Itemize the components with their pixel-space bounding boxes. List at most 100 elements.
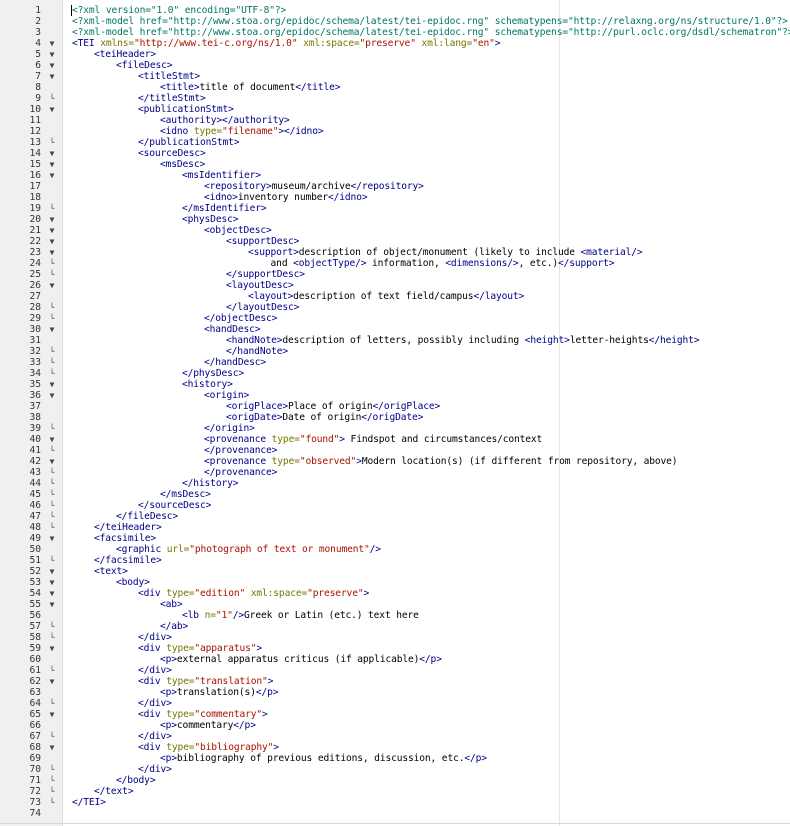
code-line[interactable]: 57 └ </ab> <box>0 621 790 632</box>
code-line[interactable]: 18 <idno>inventory number</idno> <box>0 192 790 203</box>
code-line[interactable]: 35 ▼ <history> <box>0 379 790 390</box>
code-line[interactable]: 71 └ </body> <box>0 775 790 786</box>
code-line[interactable]: 11 <authority></authority> <box>0 115 790 126</box>
code-line[interactable]: 8 <title>title of document</title> <box>0 82 790 93</box>
fold-end-icon[interactable]: └ <box>48 489 56 500</box>
fold-end-icon[interactable]: └ <box>48 258 56 269</box>
code-line[interactable]: 10 ▼ <publicationStmt> <box>0 104 790 115</box>
fold-end-icon[interactable]: └ <box>48 786 56 797</box>
fold-open-icon[interactable]: ▼ <box>48 170 56 181</box>
code-line[interactable]: 42 ▼ <provenance type="observed">Modern lo… <box>0 456 790 467</box>
fold-end-icon[interactable]: └ <box>48 775 56 786</box>
code-line[interactable]: 37 <origPlace>Place of origin</origPlace> <box>0 401 790 412</box>
xml-code-editor[interactable]: 1 <?xml version="1.0" encoding="UTF-8"?> 2… <box>0 0 790 826</box>
code-line[interactable]: 28 └ </layoutDesc> <box>0 302 790 313</box>
fold-end-icon[interactable]: └ <box>48 731 56 742</box>
code-line[interactable]: 33 └ </handDesc> <box>0 357 790 368</box>
fold-end-icon[interactable]: └ <box>48 797 56 808</box>
code-line[interactable]: 44 └ </history> <box>0 478 790 489</box>
code-line[interactable]: 20 ▼ <physDesc> <box>0 214 790 225</box>
code-line[interactable]: 1 <?xml version="1.0" encoding="UTF-8"?> <box>0 5 790 16</box>
fold-end-icon[interactable]: └ <box>48 368 56 379</box>
fold-open-icon[interactable]: ▼ <box>48 60 56 71</box>
code-lines[interactable]: 1 <?xml version="1.0" encoding="UTF-8"?> 2… <box>0 5 790 819</box>
code-line[interactable]: 14 ▼ <sourceDesc> <box>0 148 790 159</box>
fold-open-icon[interactable]: ▼ <box>48 280 56 291</box>
fold-end-icon[interactable]: └ <box>48 478 56 489</box>
code-line[interactable]: 7 ▼ <titleStmt> <box>0 71 790 82</box>
code-line[interactable]: 21 ▼ <objectDesc> <box>0 225 790 236</box>
fold-open-icon[interactable]: ▼ <box>48 533 56 544</box>
code-line[interactable]: 58 └ </div> <box>0 632 790 643</box>
code-line[interactable]: 5 ▼ <teiHeader> <box>0 49 790 60</box>
code-line[interactable]: 48 └ </teiHeader> <box>0 522 790 533</box>
code-line[interactable]: 16 ▼ <msIdentifier> <box>0 170 790 181</box>
code-line[interactable]: 13 └ </publicationStmt> <box>0 137 790 148</box>
fold-open-icon[interactable]: ▼ <box>48 225 56 236</box>
fold-end-icon[interactable]: └ <box>48 665 56 676</box>
code-line[interactable]: 9 └ </titleStmt> <box>0 93 790 104</box>
code-line[interactable]: 50 <graphic url="photograph of text or mo… <box>0 544 790 555</box>
fold-end-icon[interactable]: └ <box>48 698 56 709</box>
fold-open-icon[interactable]: ▼ <box>48 588 56 599</box>
code-line[interactable]: 67 └ </div> <box>0 731 790 742</box>
code-line[interactable]: 73 └ </TEI> <box>0 797 790 808</box>
code-line[interactable]: 23 ▼ <support>description of object/monume… <box>0 247 790 258</box>
fold-open-icon[interactable]: ▼ <box>48 456 56 467</box>
code-line[interactable]: 2 <?xml-model href="http://www.stoa.org/e… <box>0 16 790 27</box>
code-line[interactable]: 27 <layout>description of text field/camp… <box>0 291 790 302</box>
fold-end-icon[interactable]: └ <box>48 93 56 104</box>
code-line[interactable]: 17 <repository>museum/archive</repository… <box>0 181 790 192</box>
code-line[interactable]: 45 └ </msDesc> <box>0 489 790 500</box>
code-line[interactable]: 49 ▼ <facsimile> <box>0 533 790 544</box>
fold-open-icon[interactable]: ▼ <box>48 390 56 401</box>
fold-end-icon[interactable]: └ <box>48 346 56 357</box>
fold-open-icon[interactable]: ▼ <box>48 599 56 610</box>
code-line[interactable]: 68 ▼ <div type="bibliography"> <box>0 742 790 753</box>
code-line[interactable]: 72 └ </text> <box>0 786 790 797</box>
fold-open-icon[interactable]: ▼ <box>48 434 56 445</box>
code-line[interactable]: 55 ▼ <ab> <box>0 599 790 610</box>
code-line[interactable]: 54 ▼ <div type="edition" xml:space="preser… <box>0 588 790 599</box>
code-line[interactable]: 41 └ </provenance> <box>0 445 790 456</box>
fold-end-icon[interactable]: └ <box>48 632 56 643</box>
fold-open-icon[interactable]: ▼ <box>48 247 56 258</box>
code-line[interactable]: 52 ▼ <text> <box>0 566 790 577</box>
code-line[interactable]: 47 └ </fileDesc> <box>0 511 790 522</box>
fold-open-icon[interactable]: ▼ <box>48 159 56 170</box>
fold-open-icon[interactable]: ▼ <box>48 214 56 225</box>
code-line[interactable]: 40 ▼ <provenance type="found"> Findspot an… <box>0 434 790 445</box>
code-line[interactable]: 51 └ </facsimile> <box>0 555 790 566</box>
fold-open-icon[interactable]: ▼ <box>48 148 56 159</box>
code-line[interactable]: 63 <p>translation(s)</p> <box>0 687 790 698</box>
code-line[interactable]: 38 <origDate>Date of origin</origDate> <box>0 412 790 423</box>
fold-open-icon[interactable]: ▼ <box>48 676 56 687</box>
fold-end-icon[interactable]: └ <box>48 203 56 214</box>
fold-open-icon[interactable]: ▼ <box>48 379 56 390</box>
fold-end-icon[interactable]: └ <box>48 467 56 478</box>
code-line[interactable]: 36 ▼ <origin> <box>0 390 790 401</box>
code-line[interactable]: 32 └ </handNote> <box>0 346 790 357</box>
code-line[interactable]: 19 └ </msIdentifier> <box>0 203 790 214</box>
code-line[interactable]: 59 ▼ <div type="apparatus"> <box>0 643 790 654</box>
code-line[interactable]: 15 ▼ <msDesc> <box>0 159 790 170</box>
fold-end-icon[interactable]: └ <box>48 137 56 148</box>
code-line[interactable]: 62 ▼ <div type="translation"> <box>0 676 790 687</box>
code-line[interactable]: 31 <handNote>description of letters, poss… <box>0 335 790 346</box>
code-line[interactable]: 6 ▼ <fileDesc> <box>0 60 790 71</box>
fold-end-icon[interactable]: └ <box>48 357 56 368</box>
fold-open-icon[interactable]: ▼ <box>48 71 56 82</box>
fold-open-icon[interactable]: ▼ <box>48 104 56 115</box>
code-line[interactable]: 65 ▼ <div type="commentary"> <box>0 709 790 720</box>
code-line[interactable]: 56 <lb n="1"/>Greek or Latin (etc.) text … <box>0 610 790 621</box>
code-line[interactable]: 53 ▼ <body> <box>0 577 790 588</box>
code-line[interactable]: 25 └ </supportDesc> <box>0 269 790 280</box>
fold-end-icon[interactable]: └ <box>48 764 56 775</box>
code-line[interactable]: 22 ▼ <supportDesc> <box>0 236 790 247</box>
code-line[interactable]: 46 └ </sourceDesc> <box>0 500 790 511</box>
fold-end-icon[interactable]: └ <box>48 302 56 313</box>
code-line[interactable]: 30 ▼ <handDesc> <box>0 324 790 335</box>
fold-end-icon[interactable]: └ <box>48 500 56 511</box>
fold-end-icon[interactable]: └ <box>48 522 56 533</box>
code-line[interactable]: 74 <box>0 808 790 819</box>
